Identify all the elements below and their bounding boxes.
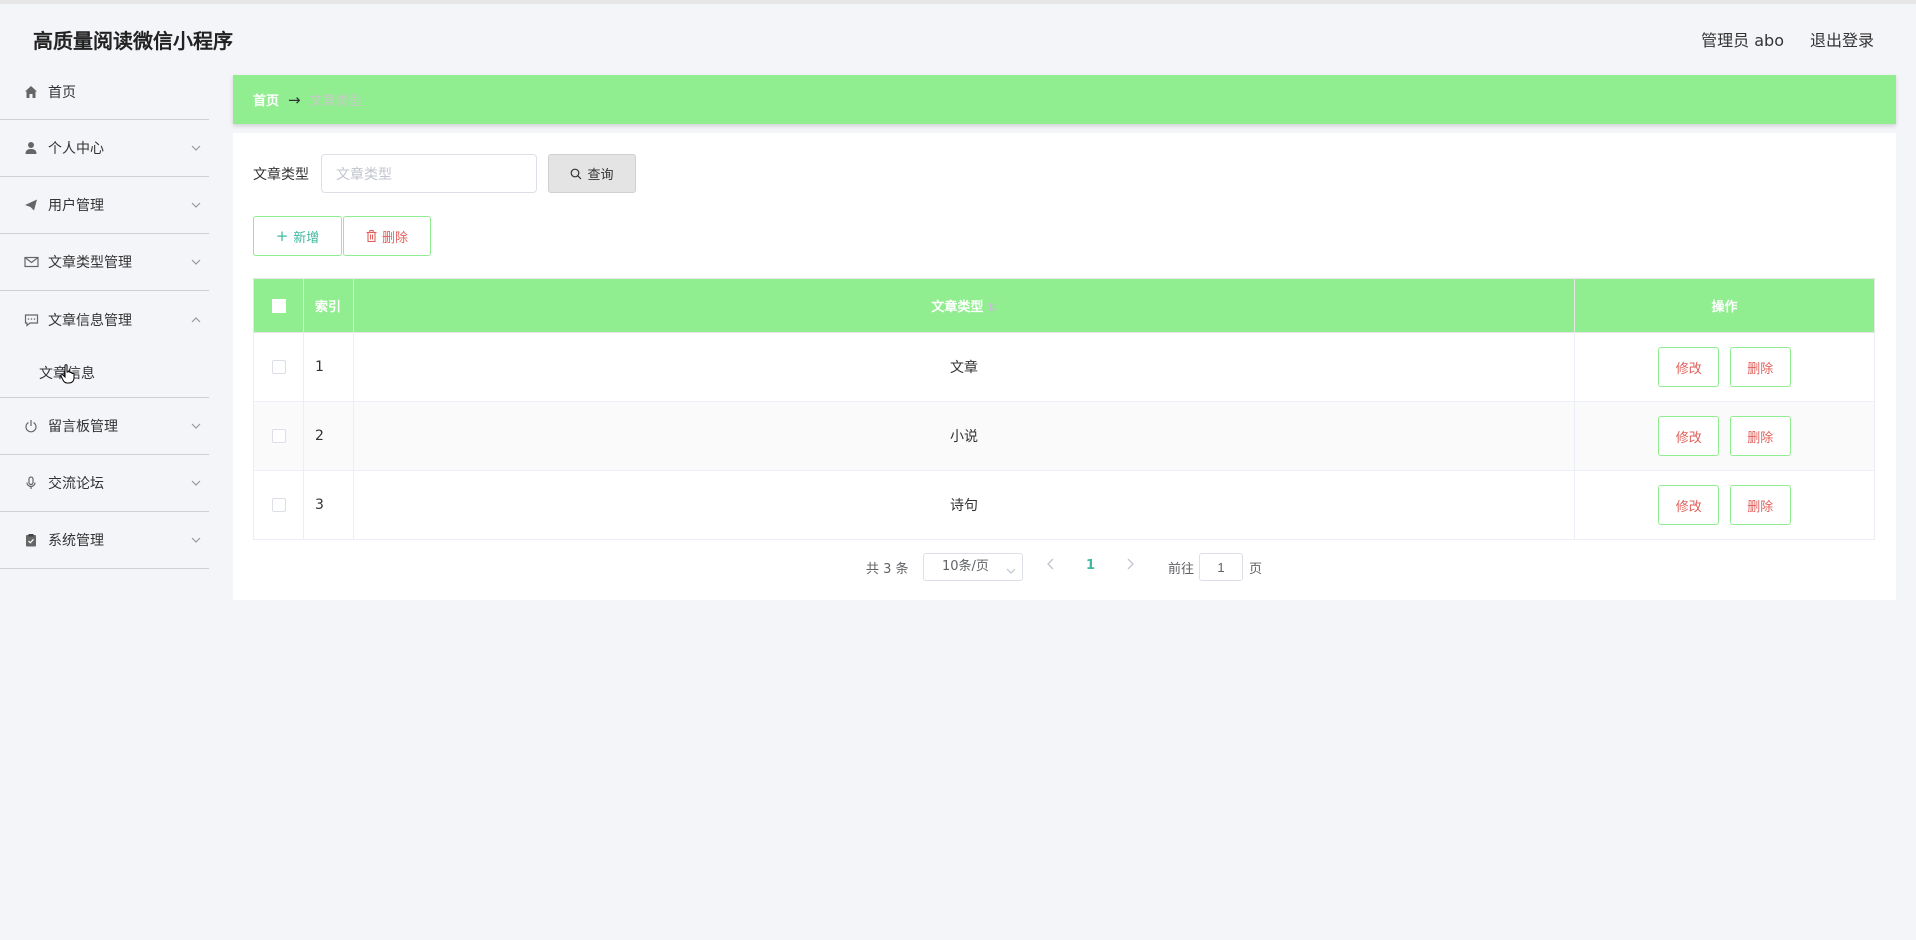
header-type-label: 文章类型 (931, 300, 984, 315)
row-check-cell (253, 401, 304, 471)
chevron-down-icon (190, 197, 202, 217)
edit-button[interactable]: 修改 (1658, 347, 1720, 387)
row-checkbox[interactable] (271, 360, 286, 374)
chevron-down-icon (1006, 561, 1016, 587)
table-row: 2 小说 修改 删除 (253, 401, 1875, 471)
logout-link[interactable]: 退出登录 (1810, 27, 1874, 51)
delete-button[interactable]: 删除 (343, 216, 431, 256)
query-button-label: 查询 (587, 168, 614, 183)
row-type: 文章 (353, 332, 1575, 402)
search-icon (570, 168, 582, 180)
top-header: 高质量阅读微信小程序 管理员 abo 退出登录 (0, 0, 1916, 65)
row-delete-button[interactable]: 删除 (1729, 485, 1791, 525)
delete-button-label: 删除 (381, 230, 408, 246)
sidebar-item-label: 文章类型管理 (48, 255, 132, 271)
sidebar-item-users[interactable]: 用户管理 (0, 177, 209, 234)
row-ops: 修改 删除 (1574, 401, 1875, 471)
chevron-up-icon (190, 312, 202, 332)
add-button-label: 新增 (293, 230, 320, 246)
header-type[interactable]: 文章类型 ⇅ (353, 278, 1575, 333)
clipboard-icon (23, 532, 39, 548)
row-type: 诗句 (353, 470, 1575, 540)
plus-icon: + (275, 227, 289, 245)
search-input[interactable] (321, 154, 537, 193)
query-button[interactable]: 查询 (548, 154, 636, 193)
row-checkbox[interactable] (271, 498, 286, 512)
sidebar-item-forum[interactable]: 交流论坛 (0, 455, 209, 512)
chevron-down-icon (190, 532, 202, 552)
page-size-value: 10条/页 (942, 559, 989, 574)
app-title: 高质量阅读微信小程序 (33, 29, 233, 53)
page-size-select[interactable]: 10条/页 (923, 553, 1023, 581)
edit-button[interactable]: 修改 (1658, 485, 1720, 525)
row-check-cell (253, 470, 304, 540)
sidebar-item-label: 用户管理 (48, 198, 104, 214)
table-row: 1 文章 修改 删除 (253, 332, 1875, 402)
content-panel: 文章类型 查询 + 新增 删除 索引 文章类型⇅ (233, 133, 1896, 600)
chevron-down-icon (190, 418, 202, 438)
goto-page-input[interactable] (1199, 553, 1243, 581)
admin-label: 管理员 abo (1701, 31, 1784, 50)
select-all-cell (253, 278, 304, 333)
sort-icon[interactable]: ⇅ (987, 301, 996, 314)
send-icon (23, 197, 39, 213)
microphone-icon (23, 475, 39, 491)
sidebar-item-label: 交流论坛 (48, 476, 104, 492)
header-index: 索引 (303, 278, 354, 333)
chevron-down-icon (190, 140, 202, 160)
sidebar-item-home[interactable]: 首页 (0, 65, 209, 120)
sidebar-item-label: 文章信息管理 (48, 312, 132, 329)
mail-icon (23, 254, 39, 270)
sidebar-item-system[interactable]: 系统管理 (0, 512, 209, 569)
pagination-total: 共 3 条 (866, 562, 909, 577)
row-ops: 修改 删除 (1574, 470, 1875, 540)
hand-cursor-icon (60, 364, 76, 388)
add-button[interactable]: + 新增 (253, 216, 342, 256)
sidebar-subitem-article-info[interactable]: 文章信息 (0, 348, 209, 398)
sidebar-item-profile[interactable]: 个人中心 (0, 120, 209, 177)
row-delete-button[interactable]: 删除 (1729, 347, 1791, 387)
chevron-down-icon (190, 475, 202, 495)
breadcrumb-home[interactable]: 首页 (253, 90, 279, 109)
row-type: 小说 (353, 401, 1575, 471)
row-ops: 修改 删除 (1574, 332, 1875, 402)
power-icon (23, 418, 39, 434)
search-label: 文章类型 (253, 167, 309, 183)
breadcrumb-current: 文章类型 (309, 94, 362, 109)
user-icon (23, 140, 39, 156)
sidebar-item-label: 留言板管理 (48, 419, 118, 435)
trash-icon (366, 230, 377, 242)
row-check-cell (253, 332, 304, 402)
home-icon (23, 84, 39, 100)
edit-button[interactable]: 修改 (1658, 416, 1720, 456)
page-number[interactable]: 1 (1086, 558, 1095, 573)
article-type-table: 索引 文章类型 ⇅ 操作 1 文章 修改 删除 2 小说 修改 删除 3 诗句 … (253, 278, 1875, 540)
goto-label: 前往 (1168, 562, 1195, 577)
header-ops: 操作 (1574, 278, 1875, 333)
sidebar: 首页 个人中心 用户管理 文章类型管理 文章信息管理 文章信息 留言板 (0, 65, 209, 940)
sidebar-item-message-board[interactable]: 留言板管理 (0, 398, 209, 455)
sidebar-item-label: 个人中心 (48, 141, 104, 157)
sidebar-item-article-info[interactable]: 文章信息管理 (0, 291, 209, 348)
next-page-icon[interactable] (1125, 557, 1135, 575)
breadcrumb-arrow-icon: → (288, 90, 301, 109)
chevron-down-icon (190, 254, 202, 274)
select-all-checkbox[interactable] (271, 298, 286, 313)
sidebar-item-label: 首页 (48, 85, 76, 101)
row-index: 3 (303, 470, 354, 540)
row-index: 1 (303, 332, 354, 402)
table-row: 3 诗句 修改 删除 (253, 470, 1875, 540)
row-index: 2 (303, 401, 354, 471)
sidebar-item-article-types[interactable]: 文章类型管理 (0, 234, 209, 291)
row-delete-button[interactable]: 删除 (1729, 416, 1791, 456)
pagination: 共 3 条 10条/页 1 前往 页 (233, 553, 1896, 581)
prev-page-icon[interactable] (1046, 557, 1056, 575)
chat-icon (23, 312, 39, 328)
breadcrumb: 首页 → 文章类型 (233, 75, 1896, 124)
page-suffix: 页 (1249, 562, 1263, 577)
sidebar-item-label: 系统管理 (48, 533, 104, 549)
row-checkbox[interactable] (271, 429, 286, 443)
table-header-row: 索引 文章类型 ⇅ 操作 (253, 278, 1875, 333)
main-content: 首页 → 文章类型 文章类型 查询 + 新增 删除 索引 (233, 75, 1896, 600)
